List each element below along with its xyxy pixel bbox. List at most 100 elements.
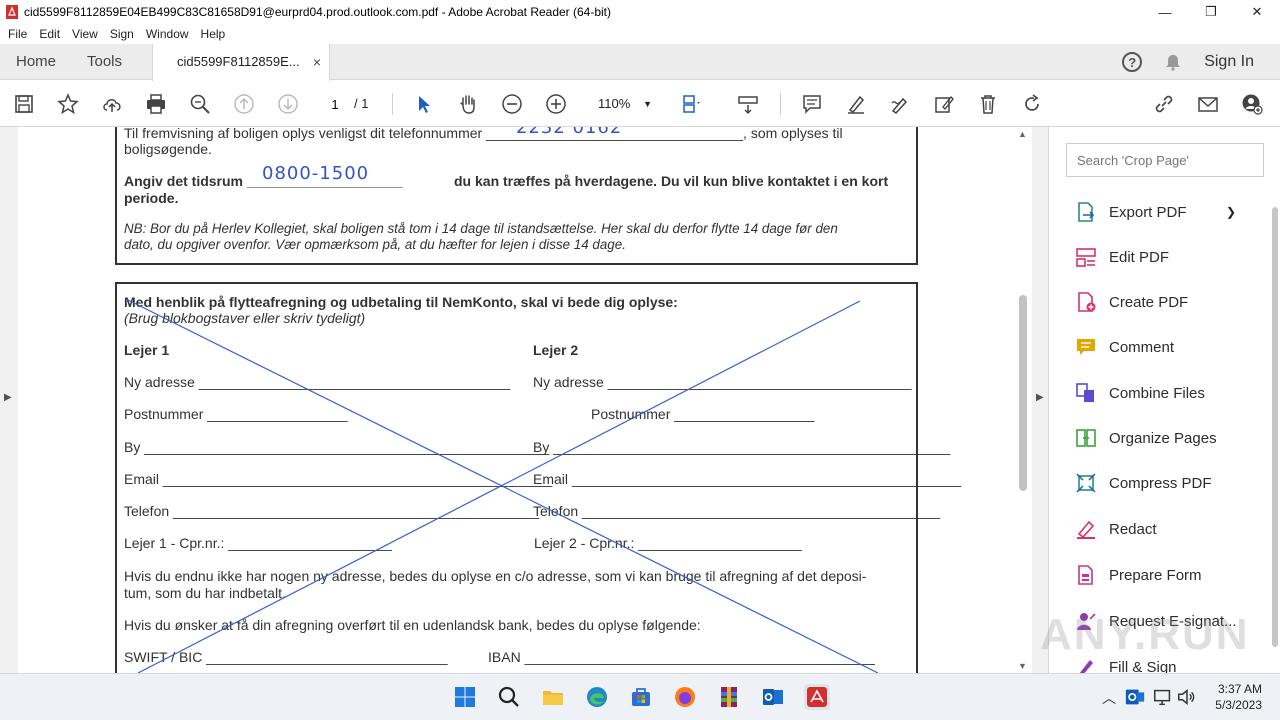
page-display-icon[interactable] xyxy=(680,92,704,116)
notifications-bell-icon[interactable] xyxy=(1164,53,1182,71)
tool-create-pdf[interactable]: Create PDF xyxy=(1074,289,1188,315)
chevron-down-icon[interactable]: ❯ xyxy=(1226,205,1236,219)
scrollbar-thumb[interactable] xyxy=(1019,295,1027,491)
tool-redact[interactable]: Redact xyxy=(1074,516,1157,542)
sign-in-button[interactable]: Sign In xyxy=(1204,53,1254,71)
next-page-icon[interactable] xyxy=(276,92,300,116)
menu-help[interactable]: Help xyxy=(201,27,226,41)
tab-home[interactable]: Home xyxy=(16,44,56,80)
export-pdf-icon xyxy=(1074,200,1098,224)
tools-scrollbar-thumb[interactable] xyxy=(1272,207,1278,647)
minimize-button[interactable]: — xyxy=(1142,0,1188,24)
zoom-in-icon[interactable] xyxy=(544,92,568,116)
zoom-out-icon[interactable] xyxy=(500,92,524,116)
upload-cloud-icon[interactable] xyxy=(100,92,124,116)
save-icon[interactable] xyxy=(12,92,36,116)
document-view[interactable]: Til fremvisning af boligen oplys venligs… xyxy=(18,127,1014,673)
scroll-down-icon[interactable]: ▼ xyxy=(1018,661,1027,671)
file-explorer-icon[interactable] xyxy=(540,684,566,710)
winrar-icon[interactable] xyxy=(716,684,742,710)
rotate-redo-icon[interactable] xyxy=(1020,92,1044,116)
menu-file[interactable]: File xyxy=(8,27,27,41)
main-toolbar: / 1 110% ▼ xyxy=(0,81,1280,127)
tab-bar: Home Tools cid5599F8112859E... × ? Sign … xyxy=(0,44,1280,81)
network-icon[interactable] xyxy=(1152,686,1174,708)
add-comment-icon[interactable] xyxy=(800,92,824,116)
acrobat-reader-taskbar-icon[interactable] xyxy=(804,684,830,710)
scroll-mode-icon[interactable] xyxy=(736,92,760,116)
tool-export-pdf-label: Export PDF xyxy=(1109,203,1187,221)
tool-combine-files[interactable]: Combine Files xyxy=(1074,380,1205,406)
tools-search-input[interactable] xyxy=(1066,143,1264,177)
search-icon[interactable] xyxy=(496,684,522,710)
maximize-button[interactable]: ❐ xyxy=(1188,0,1234,24)
fill-sign-tool-icon[interactable] xyxy=(932,92,956,116)
menu-window[interactable]: Window xyxy=(146,27,189,41)
menu-sign[interactable]: Sign xyxy=(110,27,134,41)
firefox-icon[interactable] xyxy=(672,684,698,710)
find-zoom-icon[interactable] xyxy=(188,92,212,116)
tool-export-pdf[interactable]: Export PDF xyxy=(1074,199,1187,225)
help-icon[interactable]: ? xyxy=(1122,52,1143,72)
close-window-button[interactable]: ✕ xyxy=(1234,0,1280,24)
tool-comment-label: Comment xyxy=(1109,338,1175,356)
page-number-input[interactable] xyxy=(318,93,352,115)
taskbar-clock[interactable]: 3:37 AM 5/3/2023 xyxy=(1215,681,1262,713)
tool-edit-pdf-label: Edit PDF xyxy=(1109,248,1170,266)
tool-organize-pages[interactable]: Organize Pages xyxy=(1074,425,1217,451)
tool-edit-pdf[interactable]: Edit PDF xyxy=(1074,244,1169,270)
close-tab-icon[interactable]: × xyxy=(313,44,321,80)
print-icon[interactable] xyxy=(144,92,168,116)
title-bar: cid5599F8112859E04EB499C83C81658D91@eurp… xyxy=(0,0,1280,24)
clock-time: 3:37 AM xyxy=(1217,682,1262,696)
tab-tools[interactable]: Tools xyxy=(87,44,122,80)
edge-browser-icon[interactable] xyxy=(584,684,610,710)
store-icon[interactable] xyxy=(628,684,654,710)
tab-document[interactable]: cid5599F8112859E... × xyxy=(152,44,330,81)
menu-bar: File Edit View Sign Window Help xyxy=(0,24,1280,44)
right-panel-toggle[interactable]: ▶ xyxy=(1032,127,1049,673)
highlight-pen-icon[interactable] xyxy=(844,92,868,116)
comment-icon xyxy=(1074,335,1098,359)
document-scrollbar[interactable]: ▲ ▼ xyxy=(1014,127,1032,673)
tab-document-label: cid5599F8112859E... xyxy=(177,54,300,69)
email-envelope-icon[interactable] xyxy=(1196,92,1220,116)
menu-view[interactable]: View xyxy=(72,27,98,41)
expand-left-panel-icon[interactable]: ▶ xyxy=(4,392,12,403)
previous-page-icon[interactable] xyxy=(232,92,256,116)
share-link-icon[interactable] xyxy=(1152,92,1176,116)
bookmark-star-icon[interactable] xyxy=(56,92,80,116)
windows-start-icon[interactable] xyxy=(452,684,478,710)
tool-prepare-form-label: Prepare Form xyxy=(1109,566,1202,584)
zoom-level-select[interactable]: 110% ▼ xyxy=(590,92,658,116)
scroll-up-icon[interactable]: ▲ xyxy=(1018,129,1027,139)
hand-tool-icon[interactable] xyxy=(456,92,480,116)
volume-speaker-icon[interactable] xyxy=(1176,686,1198,708)
compress-pdf-icon xyxy=(1074,471,1098,495)
page-total: / 1 xyxy=(354,96,369,111)
tool-organize-pages-label: Organize Pages xyxy=(1109,429,1217,447)
menu-edit[interactable]: Edit xyxy=(39,27,60,41)
share-user-icon[interactable] xyxy=(1240,92,1264,116)
tool-comment[interactable]: Comment xyxy=(1074,334,1174,360)
anyrun-watermark: ANY.RUN xyxy=(1040,610,1250,659)
left-nav-panel[interactable]: ▶ xyxy=(0,127,18,673)
outlook-tray-icon[interactable] xyxy=(1124,686,1146,708)
tool-prepare-form[interactable]: Prepare Form xyxy=(1074,562,1202,588)
delete-trash-icon[interactable] xyxy=(976,92,1000,116)
tool-compress-pdf[interactable]: Compress PDF xyxy=(1074,470,1212,496)
prepare-form-icon xyxy=(1074,563,1098,587)
select-cursor-icon[interactable] xyxy=(412,92,436,116)
zoom-level-value: 110% xyxy=(598,96,631,111)
tool-compress-pdf-label: Compress PDF xyxy=(1109,474,1212,492)
show-hidden-icons-chevron-icon[interactable]: ︿ xyxy=(1102,674,1116,720)
draw-freeform-icon[interactable] xyxy=(888,92,912,116)
outlook-icon[interactable] xyxy=(760,684,786,710)
tools-pane: Export PDF ❯ Edit PDF Create PDF Comment… xyxy=(1050,127,1280,673)
collapse-right-panel-icon[interactable]: ▶ xyxy=(1036,392,1044,403)
redact-icon xyxy=(1074,517,1098,541)
tool-redact-label: Redact xyxy=(1109,520,1157,538)
edit-pdf-icon xyxy=(1074,245,1098,269)
tools-scrollbar[interactable] xyxy=(1272,207,1278,667)
handwritten-cross-out xyxy=(125,298,879,673)
